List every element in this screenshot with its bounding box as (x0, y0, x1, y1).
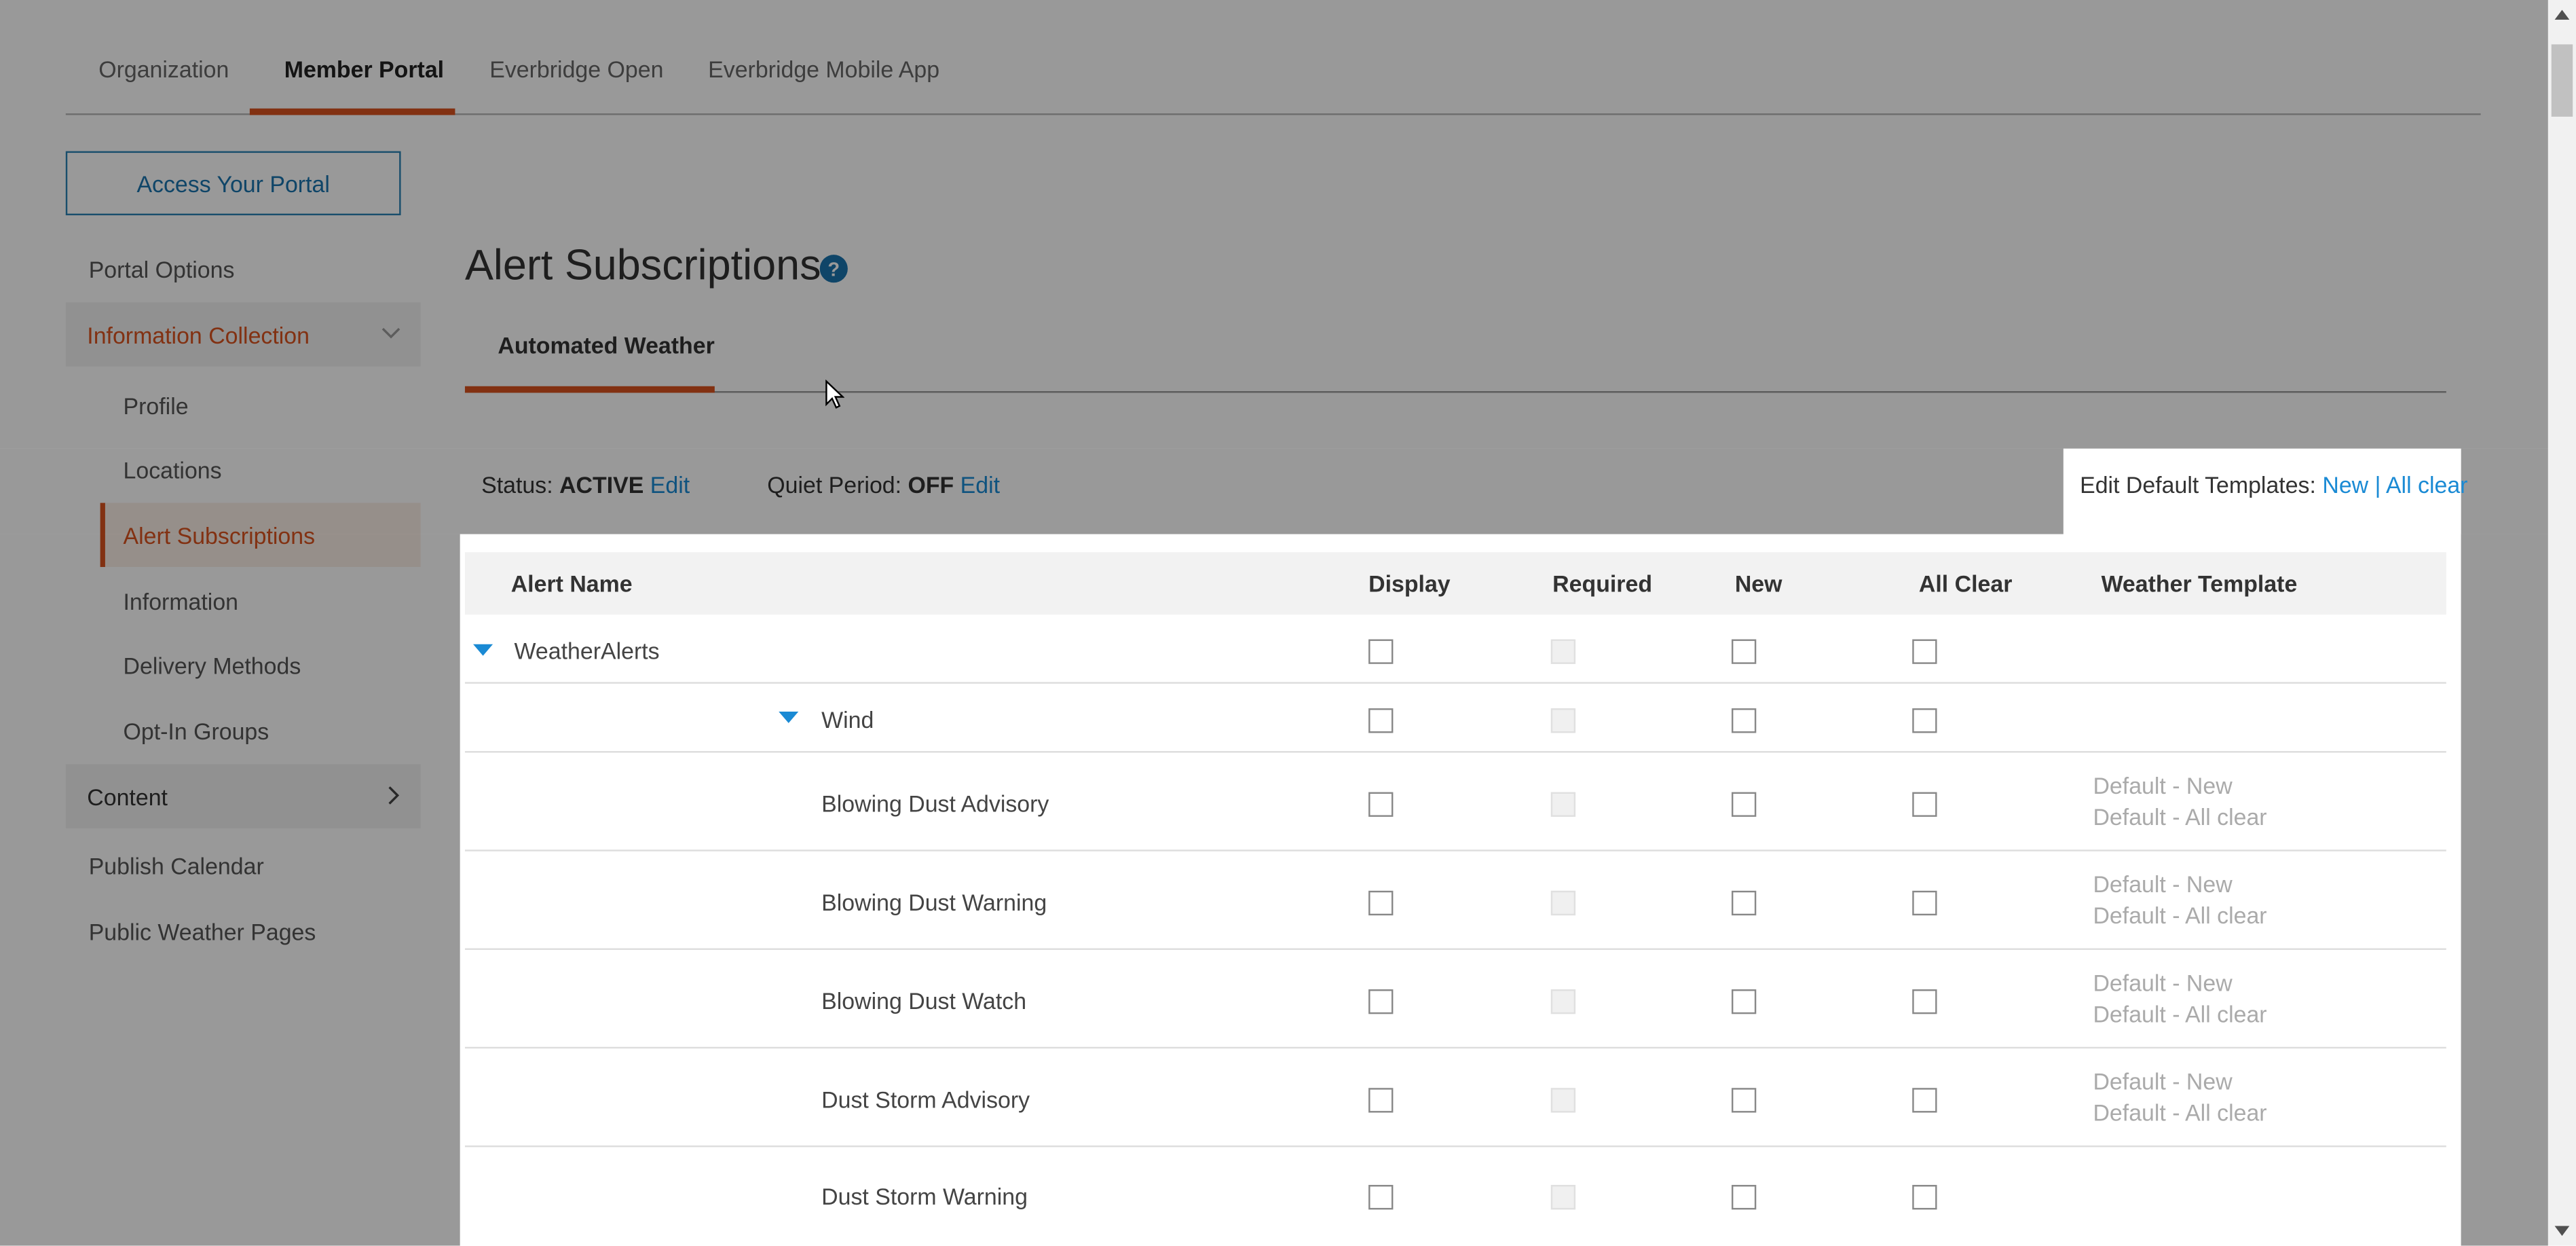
new-checkbox[interactable] (1731, 708, 1757, 733)
all-clear-checkbox[interactable] (1912, 989, 1937, 1014)
table-row-name: WeatherAlerts (514, 638, 660, 664)
scroll-up-arrow-icon[interactable] (2554, 10, 2570, 20)
template-new: Default - New (2093, 969, 2233, 996)
display-checkbox[interactable] (1368, 792, 1394, 817)
overlay-mask (2461, 534, 2548, 1246)
all-clear-checkbox[interactable] (1912, 890, 1937, 916)
new-checkbox[interactable] (1731, 1185, 1757, 1210)
column-header-weather-template[interactable]: Weather Template (2102, 570, 2298, 597)
display-checkbox[interactable] (1368, 639, 1394, 664)
table-row-name: Dust Storm Warning (821, 1183, 1028, 1210)
template-all-clear: Default - All clear (2093, 902, 2267, 929)
overlay-mask (0, 0, 2548, 449)
templates-all-clear-link[interactable]: All clear (2386, 472, 2468, 498)
new-checkbox[interactable] (1731, 792, 1757, 817)
page: Organization Member Portal Everbridge Op… (0, 0, 2576, 1246)
column-header-all-clear[interactable]: All Clear (1919, 570, 2013, 597)
edit-default-templates: Edit Default Templates: New | All clear (2080, 472, 2467, 498)
column-header-new[interactable]: New (1735, 570, 1782, 597)
required-checkbox (1550, 708, 1576, 733)
required-checkbox (1550, 989, 1576, 1014)
row-divider (464, 948, 2446, 950)
table-row-name: Blowing Dust Advisory (821, 790, 1049, 817)
table-row-name: Blowing Dust Watch (821, 987, 1027, 1014)
column-header-required[interactable]: Required (1552, 570, 1652, 597)
new-checkbox[interactable] (1731, 1088, 1757, 1113)
template-new: Default - New (2093, 1068, 2233, 1095)
table-row-name: Wind (821, 706, 874, 733)
template-new: Default - New (2093, 871, 2233, 898)
required-checkbox (1550, 890, 1576, 916)
template-all-clear: Default - All clear (2093, 1099, 2267, 1126)
all-clear-checkbox[interactable] (1912, 1185, 1937, 1210)
template-all-clear: Default - All clear (2093, 803, 2267, 830)
table-row-name: Dust Storm Advisory (821, 1086, 1030, 1113)
collapse-triangle-icon[interactable] (779, 711, 799, 723)
display-checkbox[interactable] (1368, 890, 1394, 916)
templates-separator: | (2374, 471, 2381, 498)
new-checkbox[interactable] (1731, 890, 1757, 916)
display-checkbox[interactable] (1368, 1088, 1394, 1113)
new-checkbox[interactable] (1731, 639, 1757, 664)
overlay-mask (0, 448, 2064, 534)
vertical-scrollbar[interactable] (2547, 0, 2576, 1246)
column-header-alert-name[interactable]: Alert Name (511, 570, 633, 597)
all-clear-checkbox[interactable] (1912, 792, 1937, 817)
row-divider (464, 682, 2446, 684)
collapse-triangle-icon[interactable] (473, 644, 493, 656)
templates-label: Edit Default Templates: (2080, 471, 2316, 498)
table-row-name: Blowing Dust Warning (821, 889, 1047, 916)
template-all-clear: Default - All clear (2093, 1000, 2267, 1027)
display-checkbox[interactable] (1368, 708, 1394, 733)
required-checkbox (1550, 639, 1576, 664)
row-divider (464, 1145, 2446, 1148)
required-checkbox (1550, 1185, 1576, 1210)
row-divider (464, 1046, 2446, 1049)
row-divider (464, 751, 2446, 753)
mouse-cursor-icon (825, 380, 845, 409)
new-checkbox[interactable] (1731, 989, 1757, 1014)
display-checkbox[interactable] (1368, 1185, 1394, 1210)
scrollbar-thumb[interactable] (2551, 44, 2573, 117)
overlay-mask (0, 534, 460, 1246)
overlay-mask (2461, 448, 2548, 534)
display-checkbox[interactable] (1368, 989, 1394, 1014)
templates-new-link[interactable]: New (2322, 472, 2368, 498)
all-clear-checkbox[interactable] (1912, 1088, 1937, 1113)
column-header-display[interactable]: Display (1368, 570, 1451, 597)
row-divider (464, 849, 2446, 851)
scroll-down-arrow-icon[interactable] (2554, 1226, 2570, 1236)
all-clear-checkbox[interactable] (1912, 708, 1937, 733)
required-checkbox (1550, 792, 1576, 817)
required-checkbox (1550, 1088, 1576, 1113)
all-clear-checkbox[interactable] (1912, 639, 1937, 664)
template-new: Default - New (2093, 772, 2233, 799)
